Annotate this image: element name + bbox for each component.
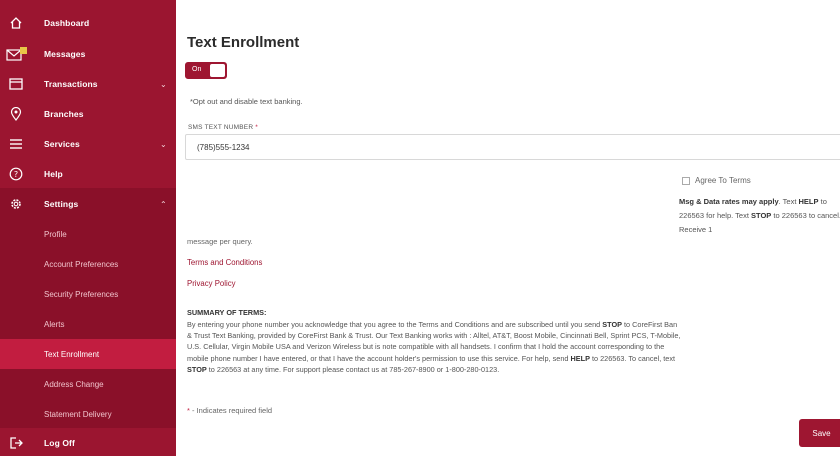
sidebar-item-label: Messages	[44, 49, 86, 59]
summary-heading: SUMMARY OF TERMS:	[187, 308, 267, 317]
sidebar-item-label: Settings	[44, 199, 79, 209]
summary-text: to 226563. To cancel, text	[591, 353, 676, 363]
summary-text: By entering your phone number you acknow…	[187, 320, 601, 329]
help-keyword: HELP	[570, 353, 590, 363]
privacy-link[interactable]: Privacy Policy	[187, 279, 236, 288]
sidebar-subitem-label: Alerts	[44, 319, 65, 329]
checkbox-box[interactable]	[682, 176, 690, 185]
sidebar-item-label: Transactions	[44, 79, 98, 89]
sidebar-item-dashboard[interactable]: Dashboard	[0, 8, 176, 38]
summary-of-terms: By entering your phone number you acknow…	[187, 319, 840, 375]
gear-icon	[8, 196, 24, 212]
sidebar-subitem-label: Security Preferences	[44, 289, 119, 299]
msg-rates-bold: Msg & Data rates may apply	[679, 197, 779, 206]
page-title: Text Enrollment	[187, 34, 300, 51]
chevron-down-icon: ⌄	[160, 79, 167, 89]
sidebar-item-branches[interactable]: Branches	[0, 99, 176, 129]
sidebar-item-services[interactable]: Services ⌄	[0, 129, 176, 159]
summary-text: & Trust Text Banking, provided by CoreFi…	[187, 331, 681, 341]
sidebar-subitem-address-change[interactable]: Address Change	[0, 369, 176, 399]
sms-number-input[interactable]	[185, 134, 840, 160]
stop-keyword: STOP	[751, 211, 772, 220]
agree-terms-label: Agree To Terms	[695, 176, 751, 185]
sidebar-item-transactions[interactable]: Transactions ⌄	[0, 69, 176, 99]
sidebar-subitem-security-preferences[interactable]: Security Preferences	[0, 279, 176, 309]
msg-rates-continued: message per query.	[187, 237, 253, 246]
mail-icon	[6, 46, 28, 62]
sidebar-subitem-alerts[interactable]: Alerts	[0, 309, 176, 339]
sidebar-subitem-account-preferences[interactable]: Account Preferences	[0, 249, 176, 279]
chevron-down-icon: ⌄	[160, 139, 167, 149]
chevron-up-icon: ⌃	[160, 199, 167, 209]
toggle-knob	[210, 64, 225, 77]
summary-text: to 226563 at any time. For support pleas…	[208, 364, 500, 374]
question-icon: ?	[8, 166, 24, 182]
opt-out-note: *Opt out and disable text banking.	[190, 97, 303, 106]
sms-label-text: SMS TEXT NUMBER	[188, 124, 254, 131]
sidebar-subitem-label: Address Change	[44, 379, 104, 389]
summary-text: mobile phone number I have entered, or t…	[187, 353, 569, 363]
sidebar-item-label: Services	[44, 139, 80, 149]
sidebar-item-label: Branches	[44, 109, 84, 119]
sidebar-subitem-label: Statement Delivery	[44, 409, 112, 419]
sidebar-subitem-label: Profile	[44, 229, 67, 239]
sidebar-item-label: Help	[44, 169, 63, 179]
sidebar-item-label: Dashboard	[44, 18, 90, 28]
required-note-text: - Indicates required field	[192, 406, 273, 415]
sidebar-item-logoff[interactable]: Log Off	[0, 428, 176, 456]
sms-field-label: SMS TEXT NUMBER *	[188, 124, 258, 131]
summary-text: to CoreFirst Ban	[624, 320, 678, 329]
msg-rates-text: . Text	[778, 197, 797, 206]
stop-keyword: STOP	[602, 320, 622, 329]
stop-keyword: STOP	[187, 364, 207, 374]
required-star: *	[255, 124, 258, 131]
menu-lines-icon	[8, 136, 24, 152]
required-field-note: * - Indicates required field	[187, 406, 272, 415]
msg-rates-notice: Msg & Data rates may apply. Text HELP to…	[679, 195, 840, 237]
sidebar-subitem-profile[interactable]: Profile	[0, 219, 176, 249]
sidebar-subitem-label: Text Enrollment	[44, 349, 100, 359]
card-icon	[8, 76, 24, 92]
sidebar-item-messages[interactable]: Messages	[0, 39, 176, 69]
required-star: *	[187, 406, 190, 415]
sidebar-subitem-label: Account Preferences	[44, 259, 119, 269]
save-button[interactable]: Save	[799, 419, 840, 447]
sidebar-item-label: Log Off	[44, 438, 75, 448]
home-icon	[8, 15, 24, 31]
help-keyword: HELP	[798, 197, 819, 206]
toggle-label: On	[192, 66, 202, 73]
sidebar-item-help[interactable]: ? Help	[0, 159, 176, 189]
agree-terms-checkbox[interactable]: Agree To Terms	[682, 176, 751, 185]
logout-icon	[8, 435, 24, 451]
sidebar-subitem-statement-delivery[interactable]: Statement Delivery	[0, 399, 176, 429]
sidebar-subitem-text-enrollment[interactable]: Text Enrollment	[0, 339, 176, 369]
sidebar: Dashboard Messages Transactions ⌄ Branch…	[0, 0, 176, 456]
sidebar-item-settings[interactable]: Settings ⌃	[0, 189, 176, 219]
terms-link[interactable]: Terms and Conditions	[187, 258, 262, 267]
summary-text: U.S. Cellular, Virgin Mobile USA and Ver…	[187, 342, 665, 352]
main-content: Text Enrollment On *Opt out and disable …	[176, 0, 840, 456]
location-pin-icon	[8, 106, 24, 122]
text-banking-toggle[interactable]: On	[185, 62, 227, 79]
svg-text:?: ?	[14, 170, 18, 179]
